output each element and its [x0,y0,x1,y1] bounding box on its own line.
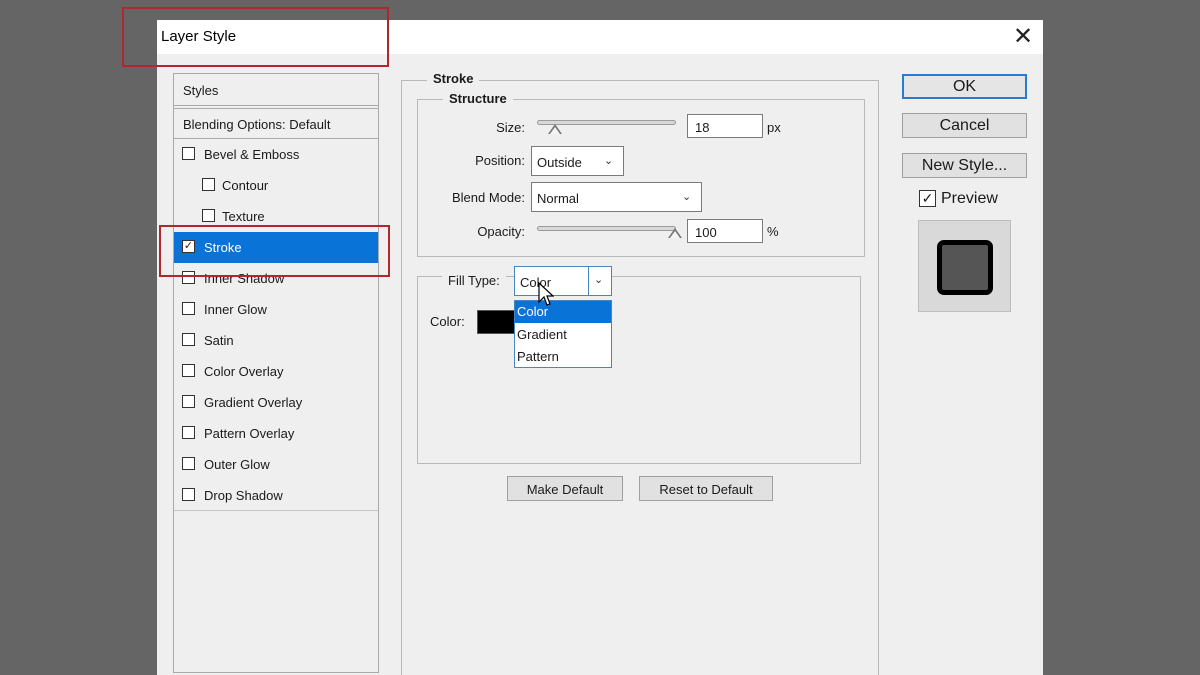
size-unit: px [767,120,781,135]
style-item-label: Contour [222,178,269,193]
style-item-label: Drop Shadow [204,488,283,503]
fill-type-group [417,276,861,464]
layer-style-dialog: Layer Style ✕ Styles Blending Options: D… [157,20,1043,675]
title-highlight-box [122,7,389,67]
outer-glow-checkbox[interactable] [182,457,195,470]
opacity-label: Opacity: [477,224,525,239]
style-item-pattern-overlay[interactable]: Pattern Overlay [174,418,378,449]
opacity-slider-track[interactable] [537,226,676,231]
style-item-label: Outer Glow [204,457,270,472]
dropdown-option-color[interactable]: Color [515,301,611,323]
chevron-down-icon: ⌄ [604,155,614,167]
style-item-label: Gradient Overlay [204,395,303,410]
position-value: Outside [537,155,582,170]
style-item-bevel-emboss[interactable]: Bevel & Emboss [174,139,378,170]
ok-button[interactable]: OK [902,74,1027,99]
preview-thumbnail [918,220,1011,312]
blending-options-item[interactable]: Blending Options: Default [174,108,378,139]
preview-shape [937,240,993,295]
bevel-emboss-checkbox[interactable] [182,147,195,160]
style-item-inner-glow[interactable]: Inner Glow [174,294,378,325]
style-item-label: Pattern Overlay [204,426,295,441]
style-item-contour[interactable]: Contour [174,170,378,201]
stroke-group-title: Stroke [427,71,480,86]
chevron-down-icon[interactable]: ⌄ [594,273,603,286]
drop-shadow-checkbox[interactable] [182,488,195,501]
color-overlay-checkbox[interactable] [182,364,195,377]
style-item-gradient-overlay[interactable]: Gradient Overlay [174,387,378,418]
close-icon[interactable]: ✕ [1009,23,1037,51]
cancel-button[interactable]: Cancel [902,113,1027,138]
position-label: Position: [475,153,525,168]
fill-type-label: Fill Type: [442,273,506,288]
texture-checkbox[interactable] [202,209,215,222]
size-input[interactable]: 18 [687,114,763,138]
dropdown-option-gradient[interactable]: Gradient [515,324,611,346]
blend-mode-label: Blend Mode: [452,190,525,205]
inner-glow-checkbox[interactable] [182,302,195,315]
reset-to-default-button[interactable]: Reset to Default [639,476,773,501]
blend-mode-value: Normal [537,191,579,206]
style-item-label: Bevel & Emboss [204,147,300,162]
satin-checkbox[interactable] [182,333,195,346]
make-default-button[interactable]: Make Default [507,476,623,501]
fill-type-divider [588,267,589,295]
contour-checkbox[interactable] [202,178,215,191]
style-item-color-overlay[interactable]: Color Overlay [174,356,378,387]
preview-label: Preview [941,190,998,207]
opacity-input[interactable]: 100 [687,219,763,243]
styles-header[interactable]: Styles [174,74,378,106]
size-label: Size: [496,120,525,135]
position-select[interactable]: Outside ⌄ [531,146,624,176]
opacity-thumb-inner [670,231,680,238]
stroke-highlight-box [159,225,390,277]
size-thumb-inner [550,127,560,134]
color-label: Color: [430,314,465,329]
style-item-satin[interactable]: Satin [174,325,378,356]
style-item-label: Texture [222,209,265,224]
style-item-label: Color Overlay [204,364,284,379]
gradient-overlay-checkbox[interactable] [182,395,195,408]
dropdown-option-pattern[interactable]: Pattern [515,346,611,368]
preview-checkbox[interactable]: ✓ [919,190,936,207]
blend-mode-select[interactable]: Normal ⌄ [531,182,702,212]
pattern-overlay-checkbox[interactable] [182,426,195,439]
structure-group-title: Structure [443,91,513,106]
mouse-cursor-icon [538,282,554,306]
chevron-down-icon: ⌄ [682,191,692,203]
style-item-label: Inner Glow [204,302,267,317]
style-item-label: Satin [204,333,234,348]
color-swatch[interactable] [477,310,517,334]
fill-type-dropdown: Color Gradient Pattern [514,300,612,368]
styles-panel: Styles Blending Options: Default Bevel &… [173,73,379,673]
style-item-drop-shadow[interactable]: Drop Shadow [174,480,378,511]
opacity-unit: % [767,224,779,239]
new-style-button[interactable]: New Style... [902,153,1027,178]
style-item-outer-glow[interactable]: Outer Glow [174,449,378,480]
